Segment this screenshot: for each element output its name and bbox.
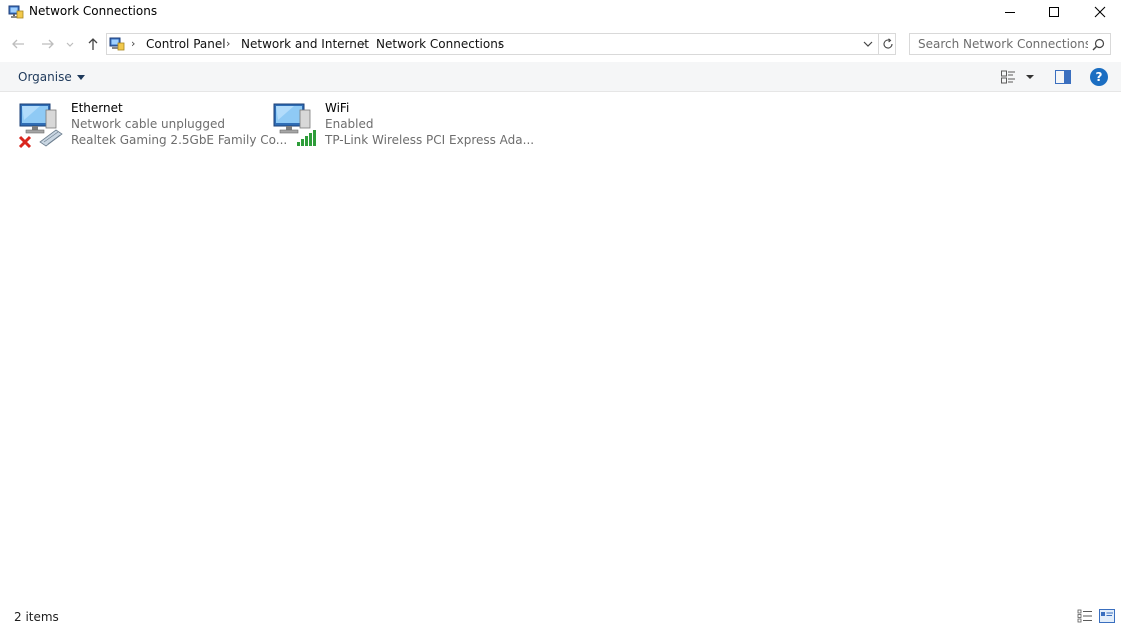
forward-button[interactable] [38,34,58,54]
breadcrumb-control-panel[interactable]: Control Panel [146,37,226,51]
breadcrumb-network-connections[interactable]: Network Connections [376,37,504,51]
close-icon [1094,6,1106,18]
network-connections-app-icon [8,5,24,19]
address-history-dropdown[interactable] [859,36,877,52]
search-input[interactable] [910,34,1088,54]
change-view-button[interactable] [998,67,1018,87]
network-connections-location-icon [109,37,125,51]
chevron-down-icon [66,42,74,47]
organise-label: Organise [18,70,72,84]
connection-name: Ethernet [71,101,123,115]
connection-status: Network cable unplugged [71,117,226,131]
back-button[interactable] [8,34,28,54]
minimize-button[interactable] [987,0,1033,24]
arrow-right-icon [42,39,54,49]
minimize-icon [1005,12,1015,13]
chevron-down-icon [863,41,873,47]
maximize-icon [1049,7,1059,17]
connection-item-ethernet[interactable]: Ethernet Network cable unplugged Realtek… [14,98,287,152]
status-bar: 2 items [0,607,1121,625]
breadcrumb-separator-icon[interactable]: › [361,37,365,50]
arrow-up-icon [88,38,98,50]
connection-device: TP-Link Wireless PCI Express Ada... [325,133,535,147]
organise-menu-button[interactable]: Organise [10,67,93,87]
breadcrumb-separator-icon[interactable]: › [131,37,135,50]
refresh-button[interactable] [878,34,896,54]
address-bar[interactable]: › Control Panel › Network and Internet ›… [106,33,896,55]
arrow-left-icon [12,39,24,49]
tiles-view-icon[interactable] [1099,609,1115,623]
connection-name: WiFi [325,101,350,115]
breadcrumb-separator-icon[interactable]: › [498,37,502,50]
item-count: 2 items [14,610,59,624]
search-box[interactable] [909,33,1111,55]
recent-locations-button[interactable] [62,34,78,54]
command-bar: Organise ? [0,62,1121,92]
caret-down-icon [1026,75,1034,79]
breadcrumb-network-and-internet[interactable]: Network and Internet [241,37,369,51]
ethernet-disconnected-icon [18,103,63,149]
maximize-button[interactable] [1031,0,1077,24]
view-options-icon [1001,70,1015,84]
view-options-dropdown[interactable] [1022,68,1038,86]
preview-pane-icon [1055,70,1071,84]
help-button[interactable]: ? [1090,68,1108,86]
wifi-signal-icon [273,103,316,146]
details-view-icon[interactable] [1077,609,1093,623]
window-title: Network Connections [29,4,158,18]
connection-item-wifi[interactable]: WiFi Enabled TP-Link Wireless PCI Expres… [268,98,534,152]
navigation-bar: › Control Panel › Network and Internet ›… [0,30,1121,58]
refresh-icon [882,38,893,49]
connection-device: Realtek Gaming 2.5GbE Family Co... [71,133,288,147]
preview-pane-button[interactable] [1053,67,1073,87]
caret-down-icon [76,74,85,80]
connection-status: Enabled [325,117,374,131]
help-icon: ? [1095,70,1103,84]
search-icon[interactable] [1090,36,1106,52]
breadcrumb-separator-icon[interactable]: › [226,37,230,50]
up-button[interactable] [83,34,103,54]
title-bar: Network Connections [0,0,1121,24]
close-button[interactable] [1077,0,1121,24]
